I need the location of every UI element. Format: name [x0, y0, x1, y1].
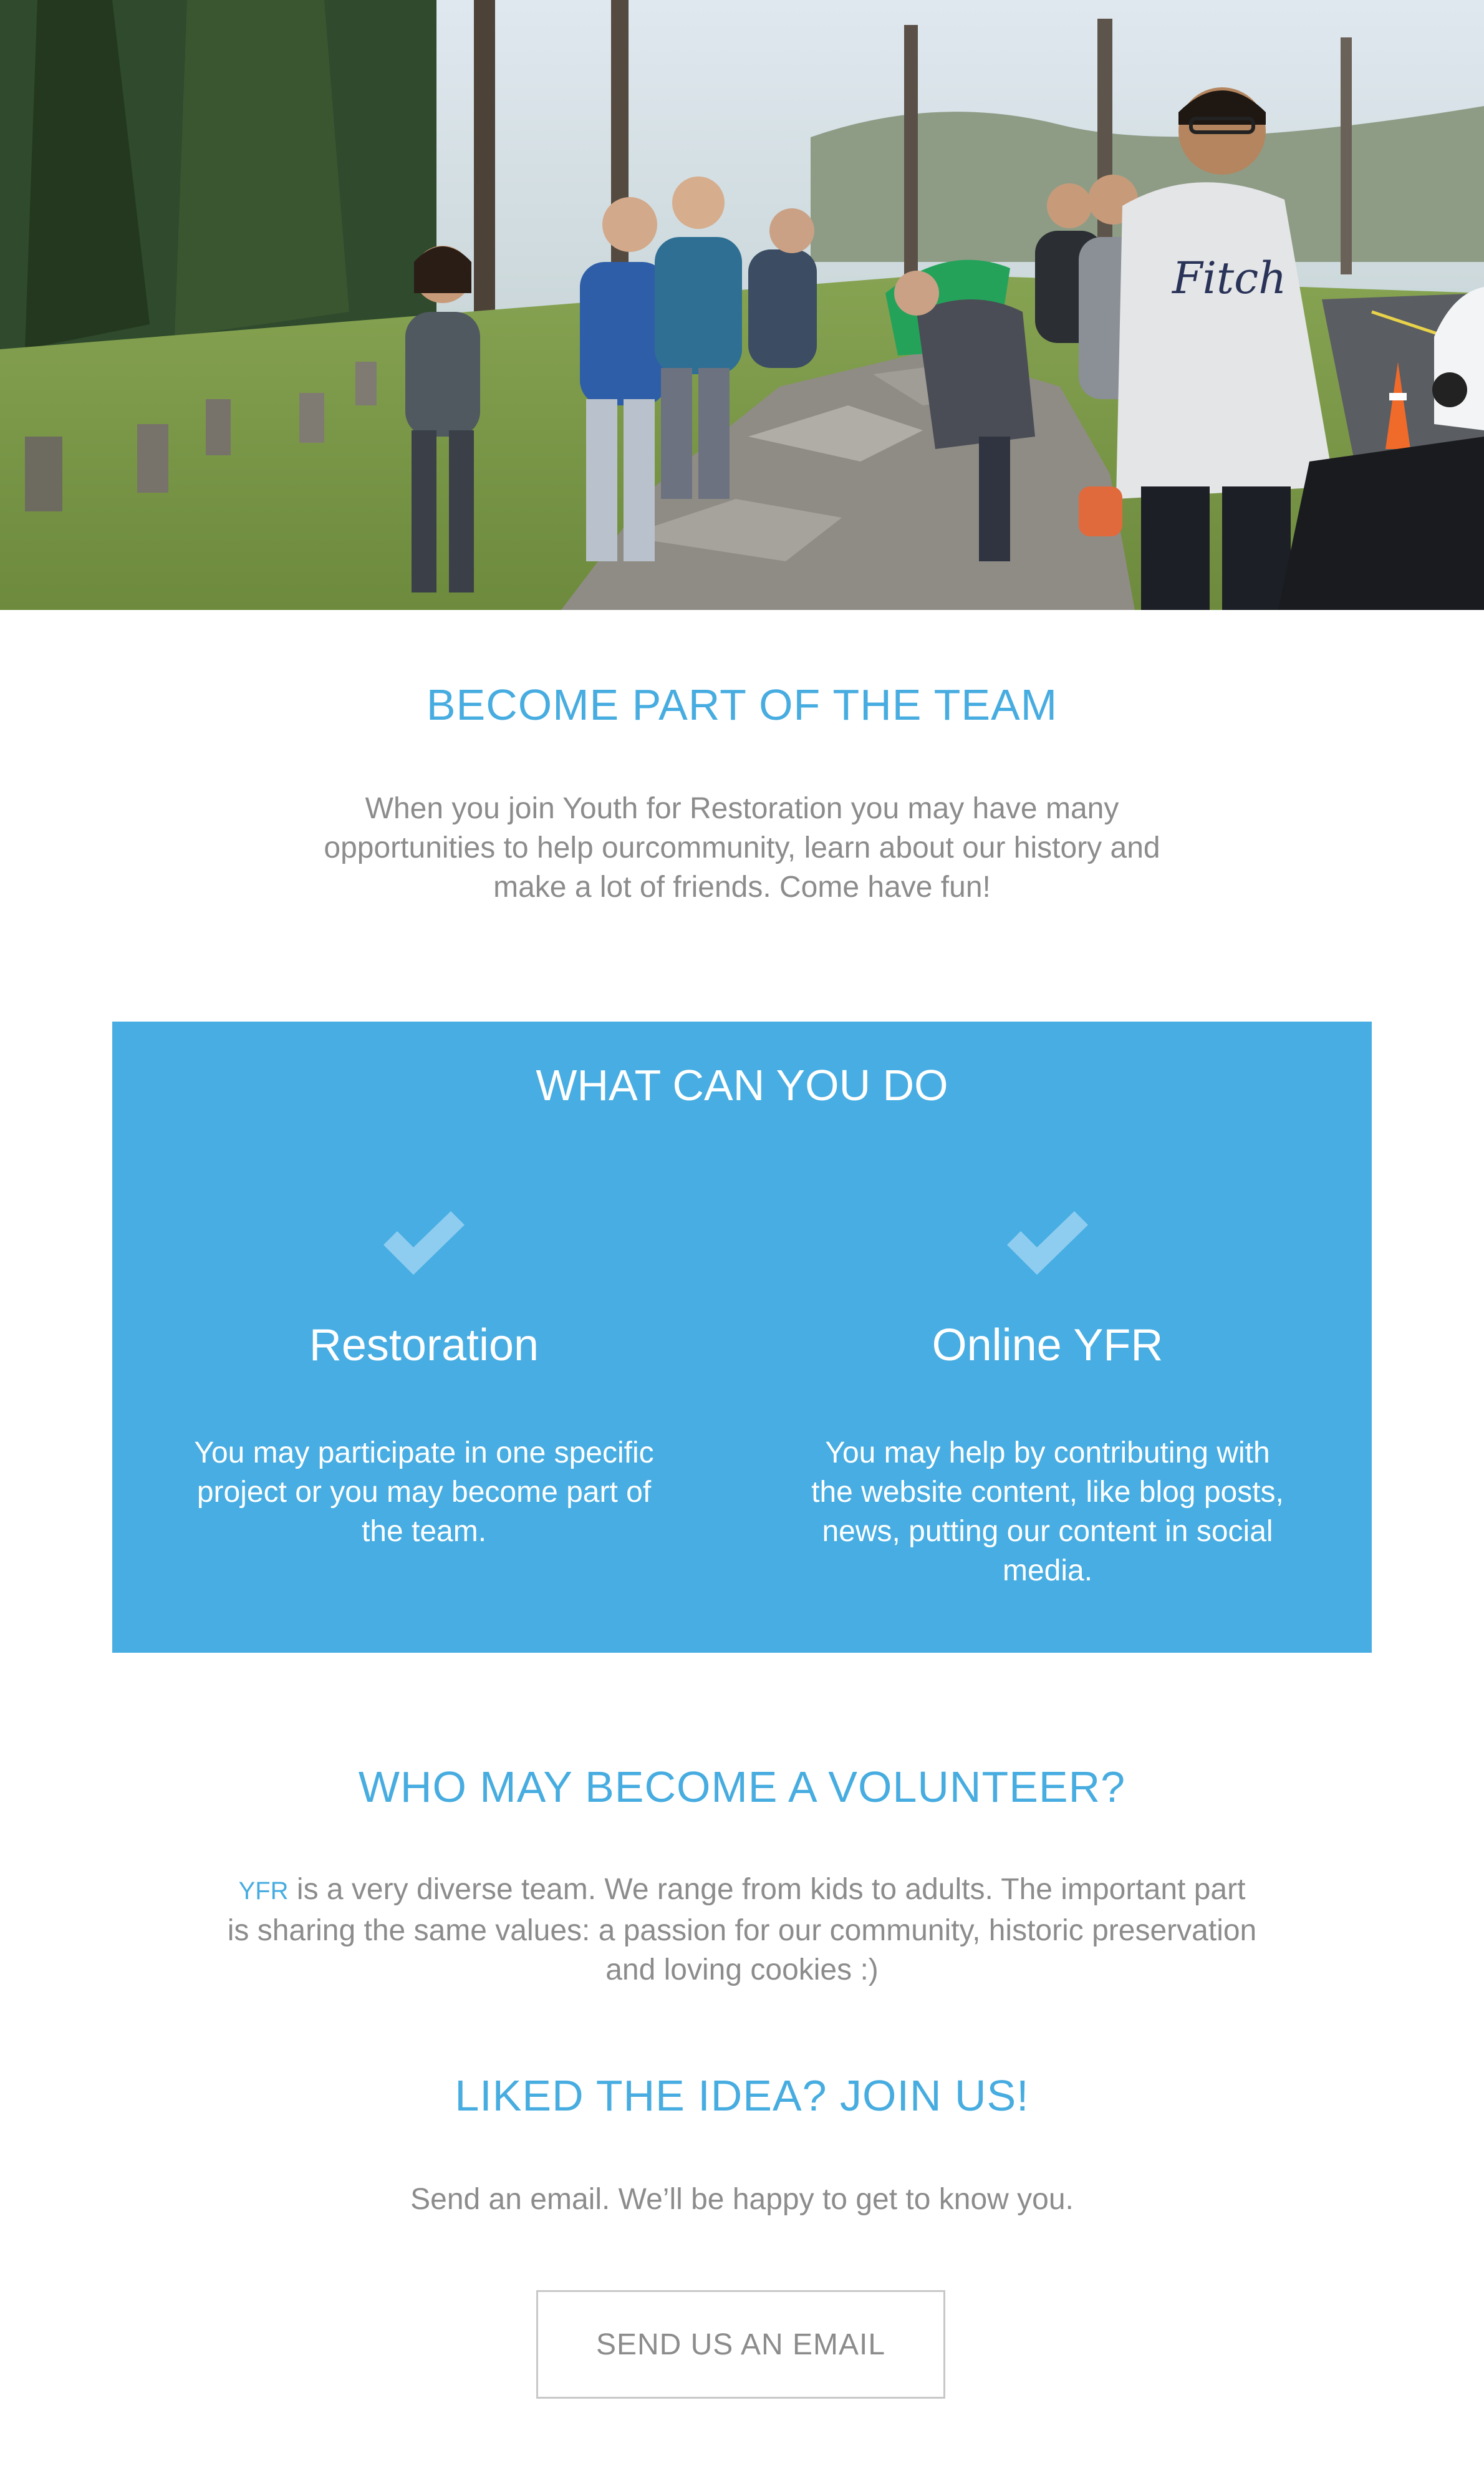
option-restoration-title: Restoration	[309, 1320, 539, 1370]
what-can-you-do-panel: WHAT CAN YOU DO Restoration You may part…	[112, 1022, 1372, 1653]
hero-photo: Fitch	[0, 0, 1484, 610]
svg-text:Fitch: Fitch	[1171, 253, 1286, 304]
team-section-title: BECOME PART OF THE TEAM	[426, 680, 1058, 729]
what-section-title: WHAT CAN YOU DO	[536, 1061, 948, 1110]
checkmark-icon	[1007, 1211, 1088, 1275]
option-online-yfr-text: You may help by contributing with the we…	[811, 1436, 1284, 1587]
option-restoration-text: You may participate in one specific proj…	[194, 1436, 654, 1548]
option-online-yfr-title: Online YFR	[932, 1320, 1164, 1370]
checkmark-icon	[383, 1211, 465, 1275]
team-section-text: When you join Youth for Restoration you …	[324, 792, 1160, 904]
volunteer-section-body: is a very diverse team. We range from ki…	[227, 1873, 1257, 1986]
join-section-title: LIKED THE IDEA? JOIN US!	[455, 2071, 1029, 2120]
send-email-button[interactable]: SEND US AN EMAIL	[536, 2290, 945, 2399]
volunteer-section-text: YFR is a very diverse team. We range fro…	[224, 1870, 1260, 1990]
join-section-text: Send an email. We’ll be happy to get to …	[410, 2183, 1074, 2216]
volunteer-section-title: WHO MAY BECOME A VOLUNTEER?	[358, 1763, 1126, 1811]
yfr-highlight: YFR	[238, 1877, 289, 1905]
hero-photo-illustration: Fitch	[0, 0, 1484, 610]
